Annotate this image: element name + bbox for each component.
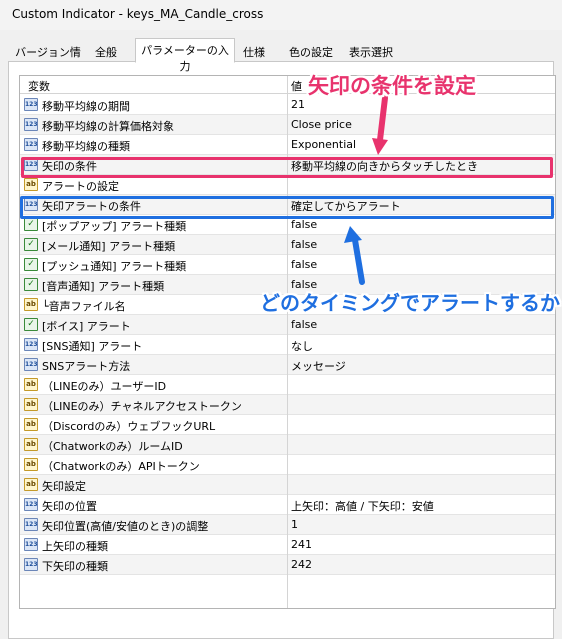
parameter-row[interactable]: ab （LINEのみ）チャネルアクセストークン — [20, 395, 555, 415]
parameter-name: （Discordのみ）ウェブフックURL — [42, 420, 216, 433]
parameter-name: 移動平均線の計算価格対象 — [42, 120, 174, 133]
parameter-row[interactable]: 123 移動平均線の計算価格対象 Close price — [20, 115, 555, 135]
parameter-row[interactable]: ab （Chatworkのみ）APIトークン — [20, 455, 555, 475]
tab-display-select[interactable]: 表示選択 — [343, 40, 399, 62]
parameter-name: [SNS通知] アラート — [42, 340, 143, 353]
bool-type-icon: ✓ — [24, 218, 38, 231]
parameter-name: [メール通知] アラート種類 — [42, 240, 176, 253]
parameter-name: （Chatworkのみ）APIトークン — [42, 460, 200, 473]
parameter-row[interactable]: ab （LINEのみ）ユーザーID — [20, 375, 555, 395]
string-type-icon: ab — [24, 438, 38, 451]
parameter-value[interactable]: 242 — [291, 558, 312, 571]
parameter-name: 矢印設定 — [42, 480, 86, 493]
tab-bar: バージョン情報 全般 パラメーターの入力 仕様 色の設定 表示選択 — [0, 38, 562, 75]
highlight-arrow-condition — [21, 157, 553, 178]
parameter-name: [ポップアップ] アラート種類 — [42, 220, 187, 233]
parameter-name: （Chatworkのみ）ルームID — [42, 440, 183, 453]
parameter-name: SNSアラート方法 — [42, 360, 131, 373]
parameter-name: （LINEのみ）ユーザーID — [42, 380, 167, 393]
parameter-name: [ボイス] アラート — [42, 320, 131, 333]
annotation-arrow-condition: 矢印の条件を設定 — [308, 74, 476, 98]
parameter-row[interactable]: ab アラートの設定 — [20, 175, 555, 195]
number-type-icon: 123 — [24, 118, 38, 131]
string-type-icon: ab — [24, 298, 38, 311]
parameter-name: 矢印の位置 — [42, 500, 97, 513]
parameter-name: [音声通知] アラート種類 — [42, 280, 165, 293]
string-type-icon: ab — [24, 418, 38, 431]
string-type-icon: ab — [24, 398, 38, 411]
parameter-row[interactable]: 123 下矢印の種類 242 — [20, 555, 555, 575]
annotation-alert-timing: どのタイミングでアラートするか — [260, 291, 560, 315]
parameter-name: └音声ファイル名 — [42, 300, 126, 313]
parameter-row[interactable]: ab （Discordのみ）ウェブフックURL — [20, 415, 555, 435]
number-type-icon: 123 — [24, 338, 38, 351]
parameter-value[interactable]: false — [291, 218, 317, 231]
parameter-row[interactable]: ✓ [ボイス] アラート false — [20, 315, 555, 335]
parameter-name: 移動平均線の期間 — [42, 100, 130, 113]
tab-version-info[interactable]: バージョン情報 — [10, 40, 86, 75]
number-type-icon: 123 — [24, 98, 38, 111]
parameter-row[interactable]: ✓ [プッシュ通知] アラート種類 false — [20, 255, 555, 275]
number-type-icon: 123 — [24, 558, 38, 571]
column-header-variable[interactable]: 変数 — [28, 78, 50, 94]
parameter-value[interactable]: false — [291, 238, 317, 251]
parameter-value[interactable]: 上矢印：高値 / 下矢印：安値 — [291, 498, 434, 514]
tab-spec[interactable]: 仕様 — [238, 40, 270, 62]
string-type-icon: ab — [24, 458, 38, 471]
parameter-row[interactable]: 123 矢印の位置 上矢印：高値 / 下矢印：安値 — [20, 495, 555, 515]
parameter-value[interactable]: Exponential — [291, 138, 356, 151]
parameter-row[interactable]: 123 SNSアラート方法 メッセージ — [20, 355, 555, 375]
tab-color-settings[interactable]: 色の設定 — [283, 40, 339, 62]
string-type-icon: ab — [24, 478, 38, 491]
parameter-row[interactable]: ab （Chatworkのみ）ルームID — [20, 435, 555, 455]
bool-type-icon: ✓ — [24, 278, 38, 291]
parameter-value[interactable]: メッセージ — [291, 358, 346, 374]
column-divider — [287, 76, 288, 608]
parameter-value[interactable]: false — [291, 318, 317, 331]
number-type-icon: 123 — [24, 518, 38, 531]
bool-type-icon: ✓ — [24, 238, 38, 251]
bool-type-icon: ✓ — [24, 318, 38, 331]
parameter-row[interactable]: ab 矢印設定 — [20, 475, 555, 495]
window-title: Custom Indicator - keys_MA_Candle_cross — [12, 7, 264, 21]
number-type-icon: 123 — [24, 538, 38, 551]
parameter-name: 矢印位置(高値/安値のとき)の調整 — [42, 520, 209, 533]
parameter-name: 移動平均線の種類 — [42, 140, 130, 153]
parameter-value[interactable]: 1 — [291, 518, 298, 531]
parameter-name: [プッシュ通知] アラート種類 — [42, 260, 187, 273]
parameter-name: 上矢印の種類 — [42, 540, 108, 553]
number-type-icon: 123 — [24, 138, 38, 151]
title-bar: Custom Indicator - keys_MA_Candle_cross — [0, 0, 562, 30]
parameter-name: アラートの設定 — [42, 180, 119, 193]
highlight-arrow-alert-condition — [20, 196, 554, 219]
bool-type-icon: ✓ — [24, 258, 38, 271]
tab-parameters[interactable]: パラメーターの入力 — [135, 38, 235, 73]
parameter-value[interactable]: 21 — [291, 98, 305, 111]
parameter-row[interactable]: 123 矢印位置(高値/安値のとき)の調整 1 — [20, 515, 555, 535]
tab-general[interactable]: 全般 — [87, 40, 125, 62]
parameter-value[interactable]: 241 — [291, 538, 312, 551]
string-type-icon: ab — [24, 178, 38, 191]
parameter-grid: 変数 値 123 移動平均線の期間 21 123 移動平均線の計算価格対象 Close p… — [19, 75, 556, 609]
column-header-value[interactable]: 値 — [291, 78, 302, 94]
parameter-name: 下矢印の種類 — [42, 560, 108, 573]
string-type-icon: ab — [24, 378, 38, 391]
parameter-value[interactable]: false — [291, 258, 317, 271]
parameter-value[interactable]: Close price — [291, 118, 352, 131]
parameter-value[interactable]: なし — [291, 338, 313, 354]
parameter-name: （LINEのみ）チャネルアクセストークン — [42, 400, 242, 413]
parameter-row[interactable]: 123 [SNS通知] アラート なし — [20, 335, 555, 355]
number-type-icon: 123 — [24, 498, 38, 511]
parameter-row[interactable]: 123 移動平均線の種類 Exponential — [20, 135, 555, 155]
number-type-icon: 123 — [24, 358, 38, 371]
parameter-row[interactable]: ✓ [メール通知] アラート種類 false — [20, 235, 555, 255]
parameter-row[interactable]: 123 上矢印の種類 241 — [20, 535, 555, 555]
